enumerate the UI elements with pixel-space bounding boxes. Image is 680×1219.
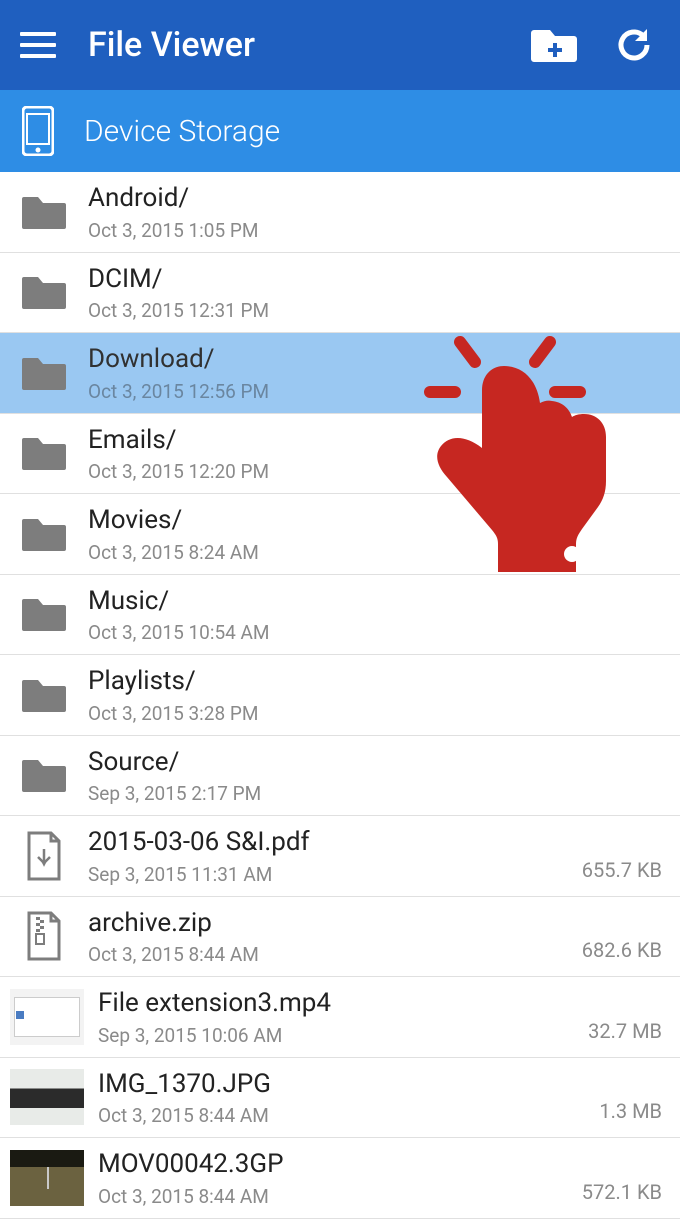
item-name: Android/: [88, 182, 662, 215]
item-size: 32.7 MB: [580, 1019, 662, 1043]
item-name: Movies/: [88, 504, 662, 537]
zip-file-icon: [14, 911, 74, 961]
item-date: Oct 3, 2015 12:20 PM: [88, 460, 662, 483]
folder-icon: [14, 677, 74, 713]
folder-icon: [14, 355, 74, 391]
item-date: Oct 3, 2015 8:44 AM: [88, 943, 574, 966]
item-date: Sep 3, 2015 11:31 AM: [88, 863, 574, 886]
new-folder-icon[interactable]: [530, 26, 578, 64]
app-title: File Viewer: [88, 25, 530, 65]
item-name: 2015-03-06 S&I.pdf: [88, 826, 574, 859]
item-date: Sep 3, 2015 10:06 AM: [98, 1024, 580, 1047]
folder-icon: [14, 757, 74, 793]
item-name: archive.zip: [88, 907, 574, 940]
list-item[interactable]: Emails/ Oct 3, 2015 12:20 PM: [0, 414, 680, 495]
list-item[interactable]: IMG_1370.JPG Oct 3, 2015 8:44 AM 1.3 MB: [0, 1058, 680, 1139]
list-item[interactable]: Playlists/ Oct 3, 2015 3:28 PM: [0, 655, 680, 736]
item-size: 1.3 MB: [591, 1099, 662, 1123]
item-date: Oct 3, 2015 8:24 AM: [88, 541, 662, 564]
item-name: IMG_1370.JPG: [98, 1068, 591, 1101]
item-name: File extension3.mp4: [98, 987, 580, 1020]
item-date: Oct 3, 2015 12:56 PM: [88, 380, 662, 403]
item-size: 572.1 KB: [574, 1180, 662, 1204]
list-item[interactable]: File extension3.mp4 Sep 3, 2015 10:06 AM…: [0, 977, 680, 1058]
image-thumbnail: [10, 1069, 84, 1125]
item-name: Source/: [88, 746, 662, 779]
item-name: Download/: [88, 343, 662, 376]
device-storage-icon: [22, 106, 54, 156]
item-name: MOV00042.3GP: [98, 1148, 574, 1181]
refresh-icon[interactable]: [614, 25, 654, 65]
list-item[interactable]: DCIM/ Oct 3, 2015 12:31 PM: [0, 253, 680, 334]
item-name: DCIM/: [88, 263, 662, 296]
list-item[interactable]: MOV00042.3GP Oct 3, 2015 8:44 AM 572.1 K…: [0, 1138, 680, 1219]
list-item[interactable]: ▾ 2015-03-06 S&I.pdf Sep 3, 2015 11:31 A…: [0, 816, 680, 897]
list-item[interactable]: archive.zip Oct 3, 2015 8:44 AM 682.6 KB: [0, 897, 680, 978]
item-date: Oct 3, 2015 12:31 PM: [88, 299, 662, 322]
breadcrumb-label: Device Storage: [84, 114, 280, 149]
video-thumbnail: [10, 1150, 84, 1206]
list-item[interactable]: Download/ Oct 3, 2015 12:56 PM: [0, 333, 680, 414]
list-item[interactable]: Android/ Oct 3, 2015 1:05 PM: [0, 172, 680, 253]
item-date: Sep 3, 2015 2:17 PM: [88, 782, 662, 805]
list-item[interactable]: Music/ Oct 3, 2015 10:54 AM: [0, 575, 680, 656]
file-list: Android/ Oct 3, 2015 1:05 PM DCIM/ Oct 3…: [0, 172, 680, 1219]
item-date: Oct 3, 2015 3:28 PM: [88, 702, 662, 725]
item-size: 655.7 KB: [574, 858, 662, 882]
list-item[interactable]: Source/ Sep 3, 2015 2:17 PM: [0, 736, 680, 817]
item-date: Oct 3, 2015 1:05 PM: [88, 219, 662, 242]
pdf-file-icon: ▾: [14, 831, 74, 881]
item-date: Oct 3, 2015 10:54 AM: [88, 621, 662, 644]
video-thumbnail: [10, 989, 84, 1045]
folder-icon: [14, 596, 74, 632]
item-date: Oct 3, 2015 8:44 AM: [98, 1185, 574, 1208]
item-size: 682.6 KB: [574, 938, 662, 962]
folder-icon: [14, 274, 74, 310]
item-name: Playlists/: [88, 665, 662, 698]
folder-icon: [14, 435, 74, 471]
item-date: Oct 3, 2015 8:44 AM: [98, 1104, 591, 1127]
item-name: Emails/: [88, 424, 662, 457]
item-name: Music/: [88, 585, 662, 618]
folder-icon: [14, 516, 74, 552]
menu-icon[interactable]: [20, 25, 60, 65]
list-item[interactable]: Movies/ Oct 3, 2015 8:24 AM: [0, 494, 680, 575]
breadcrumb[interactable]: Device Storage: [0, 90, 680, 172]
app-bar: File Viewer: [0, 0, 680, 90]
folder-icon: [14, 194, 74, 230]
